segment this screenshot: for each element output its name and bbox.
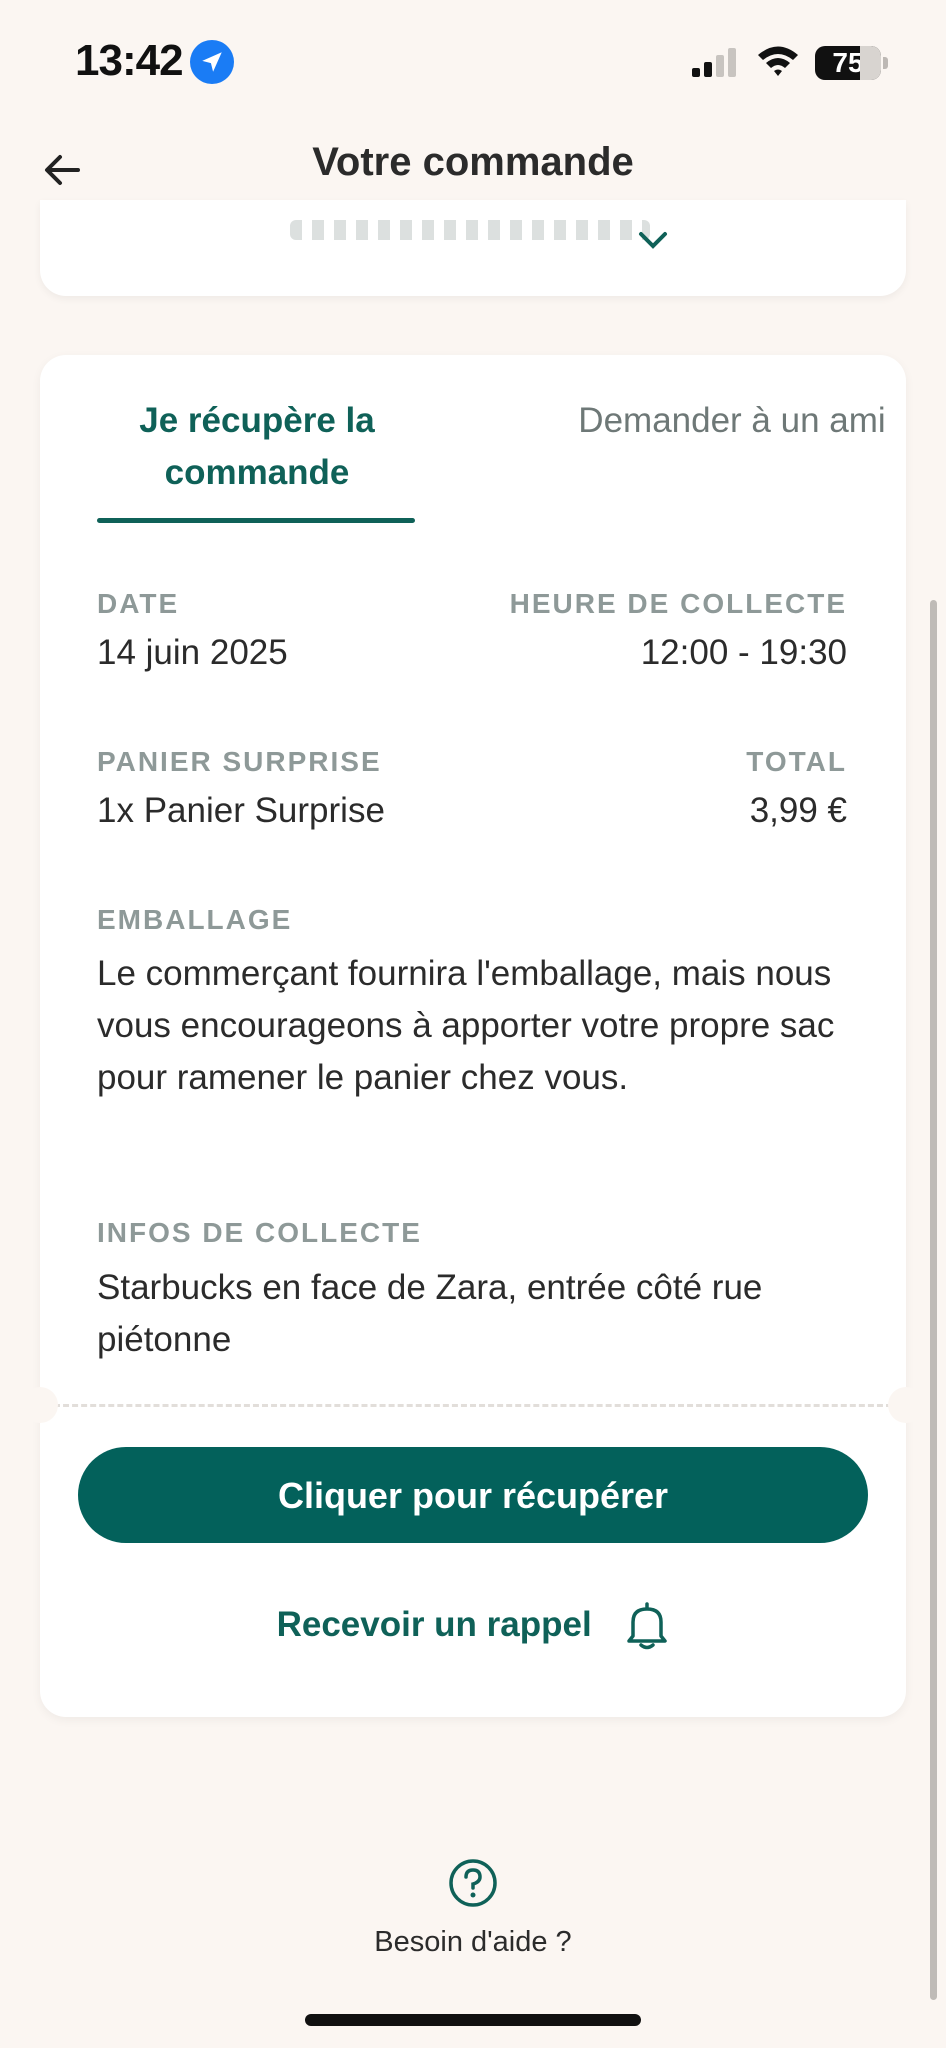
help-label[interactable]: Besoin d'aide ? (0, 1926, 946, 1959)
hidden-text (290, 220, 650, 240)
divider-notch-left (22, 1387, 58, 1423)
packaging-label: EMBALLAGE (97, 904, 293, 935)
active-tab-underline (97, 518, 415, 523)
scrollbar[interactable] (930, 600, 937, 2000)
tab-pickup-myself[interactable]: Je récupère la commande (97, 395, 417, 499)
help-section[interactable]: Besoin d'aide ? (0, 1858, 946, 1959)
packaging-text: Le commerçant fournira l'emballage, mais… (97, 954, 835, 1097)
ticket-divider (54, 1404, 892, 1407)
total-label: TOTAL (746, 746, 847, 777)
bell-icon (627, 1602, 668, 1650)
date-value: 14 juin 2025 (97, 633, 288, 672)
battery-level: 75 (832, 47, 864, 78)
divider-notch-right (888, 1387, 924, 1423)
reminder-button[interactable]: Recevoir un rappel (40, 1595, 906, 1655)
pickup-button[interactable]: Cliquer pour récupérer (78, 1447, 868, 1543)
store-card-collapsed (40, 200, 906, 296)
status-bar: 13:42 75 (0, 0, 946, 120)
order-card: Je récupère la commande Demander à un am… (22, 355, 924, 1717)
tab-ask-friend[interactable]: Demander à un ami (567, 395, 897, 447)
location-arrow-icon (190, 40, 234, 84)
pickup-info-label: INFOS DE COLLECTE (97, 1217, 422, 1248)
wifi-icon (758, 46, 798, 76)
total-value: 3,99 € (749, 791, 847, 830)
date-label: DATE (97, 588, 180, 619)
reminder-label: Recevoir un rappel (276, 1605, 592, 1644)
question-circle-icon[interactable] (448, 1858, 498, 1908)
battery-empty-segment (860, 46, 881, 80)
battery-nub (883, 57, 888, 69)
chevron-down-icon[interactable] (638, 230, 668, 252)
signal-icon (692, 48, 736, 77)
pickup-time-label: HEURE DE COLLECTE (509, 588, 847, 619)
bag-label: PANIER SURPRISE (97, 746, 382, 777)
page-title: Votre commande (312, 140, 634, 184)
status-time: 13:42 (75, 36, 184, 85)
pickup-info-text: Starbucks en face de Zara, entrée côté r… (97, 1268, 763, 1359)
pickup-time-value: 12:00 - 19:30 (640, 633, 847, 672)
home-indicator[interactable] (305, 2014, 641, 2026)
bag-value: 1x Panier Surprise (97, 791, 385, 830)
